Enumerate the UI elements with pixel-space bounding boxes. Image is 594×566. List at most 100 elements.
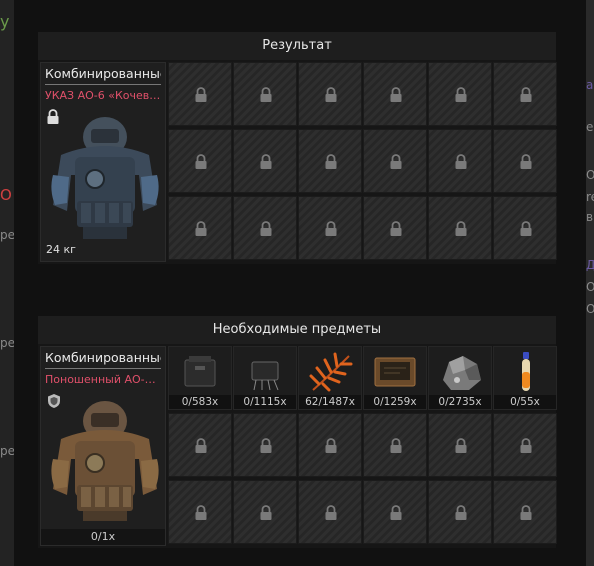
locked-slot	[233, 129, 297, 193]
required-item-category: Комбинированные	[45, 350, 161, 369]
lock-icon	[325, 154, 337, 169]
material-count: 0/2735x	[429, 395, 491, 409]
locked-slot	[428, 480, 492, 544]
background-text-fragment: О	[0, 186, 12, 204]
lock-icon	[260, 154, 272, 169]
background-text-fragment: ре	[0, 336, 15, 350]
locked-slot	[363, 62, 427, 126]
material-count: 0/583x	[169, 395, 231, 409]
background-text-fragment: Д	[586, 258, 594, 272]
lock-icon	[260, 505, 272, 520]
lock-icon	[325, 438, 337, 453]
background-text-fragment: О	[586, 168, 594, 182]
lock-icon	[195, 221, 207, 236]
locked-slot	[493, 480, 557, 544]
background-text-fragment: е	[586, 120, 594, 134]
lock-icon	[455, 438, 467, 453]
locked-slot	[233, 196, 297, 260]
result-item-card[interactable]: Комбинированные УКАЗ АО-6 «Кочевн... 24 …	[40, 62, 166, 262]
lock-icon	[520, 505, 532, 520]
background-text-fragment: у	[0, 12, 10, 31]
armor-suit-icon	[51, 117, 159, 239]
lock-icon	[390, 154, 402, 169]
required-item-name: Поношенный АО-6 «...	[45, 373, 161, 386]
lock-icon	[195, 154, 207, 169]
tablet-device-icon	[374, 357, 416, 387]
lock-icon	[520, 221, 532, 236]
lock-icon	[195, 87, 207, 102]
background-text-fragment: ре	[0, 444, 15, 458]
material-count: 0/1259x	[364, 395, 426, 409]
background-text-fragment: О	[586, 280, 594, 294]
lock-icon	[390, 87, 402, 102]
material-count: 0/55x	[494, 395, 556, 409]
required-items-panel: Необходимые предметы Комбинированные Пон…	[38, 316, 557, 548]
lock-icon	[455, 154, 467, 169]
material-slot[interactable]: 0/55x	[493, 346, 557, 410]
ammo-box-icon	[184, 356, 216, 387]
locked-slot	[233, 62, 297, 126]
lock-icon	[390, 438, 402, 453]
result-panel: Результат Комбинированные УКАЗ АО-6 «Коч…	[38, 32, 557, 264]
lock-icon	[260, 221, 272, 236]
background-text-fragment: в	[586, 210, 594, 224]
circuit-chip-icon	[251, 361, 279, 391]
background-text-fragment: ре	[0, 228, 15, 242]
locked-slot	[233, 413, 297, 477]
lock-icon	[195, 505, 207, 520]
required-item-card[interactable]: Комбинированные Поношенный АО-6 «... 0/1…	[40, 346, 166, 546]
material-slot[interactable]: 0/2735x	[428, 346, 492, 410]
lock-icon	[455, 87, 467, 102]
lock-icon	[390, 505, 402, 520]
locked-slot	[363, 413, 427, 477]
material-slot[interactable]: 62/1487x	[298, 346, 362, 410]
locked-slot	[363, 196, 427, 260]
result-item-name: УКАЗ АО-6 «Кочевн...	[45, 89, 161, 102]
background-left-strip	[0, 0, 14, 566]
lock-icon	[520, 87, 532, 102]
locked-slot	[493, 413, 557, 477]
crafting-overlay: Результат Комбинированные УКАЗ АО-6 «Коч…	[14, 0, 586, 566]
locked-slot	[168, 196, 232, 260]
lock-icon	[455, 221, 467, 236]
background-text-fragment: а	[586, 78, 594, 92]
locked-slot	[168, 413, 232, 477]
material-count: 62/1487x	[299, 395, 361, 409]
lock-icon	[455, 505, 467, 520]
locked-slot	[168, 62, 232, 126]
locked-slot	[363, 480, 427, 544]
lock-icon	[520, 438, 532, 453]
required-item-quantity: 0/1x	[41, 529, 165, 545]
required-panel-title: Необходимые предметы	[38, 316, 556, 344]
locked-slot	[363, 129, 427, 193]
locked-slot	[493, 196, 557, 260]
lock-icon	[260, 438, 272, 453]
worn-armor-suit-icon	[51, 401, 159, 521]
locked-slot	[298, 62, 362, 126]
lock-icon	[260, 87, 272, 102]
background-text-fragment: О	[586, 302, 594, 316]
locked-slot	[428, 129, 492, 193]
background-text-fragment: re	[586, 190, 594, 204]
locked-slot	[493, 62, 557, 126]
result-panel-title: Результат	[38, 32, 556, 60]
material-slot[interactable]: 0/1259x	[363, 346, 427, 410]
material-slot[interactable]: 0/583x	[168, 346, 232, 410]
locked-slot	[298, 129, 362, 193]
locked-slot	[233, 480, 297, 544]
locked-slot	[168, 129, 232, 193]
locked-slot	[298, 196, 362, 260]
material-count: 0/1115x	[234, 395, 296, 409]
lock-icon	[195, 438, 207, 453]
locked-slot	[298, 413, 362, 477]
lock-icon	[325, 87, 337, 102]
result-item-category: Комбинированные	[45, 66, 161, 85]
locked-slot	[428, 196, 492, 260]
material-slot[interactable]: 0/1115x	[233, 346, 297, 410]
fern-leaf-icon	[309, 352, 353, 392]
lock-icon	[390, 221, 402, 236]
locked-slot	[428, 62, 492, 126]
ore-chunk-icon	[443, 356, 481, 390]
locked-slot	[168, 480, 232, 544]
locked-slot	[298, 480, 362, 544]
